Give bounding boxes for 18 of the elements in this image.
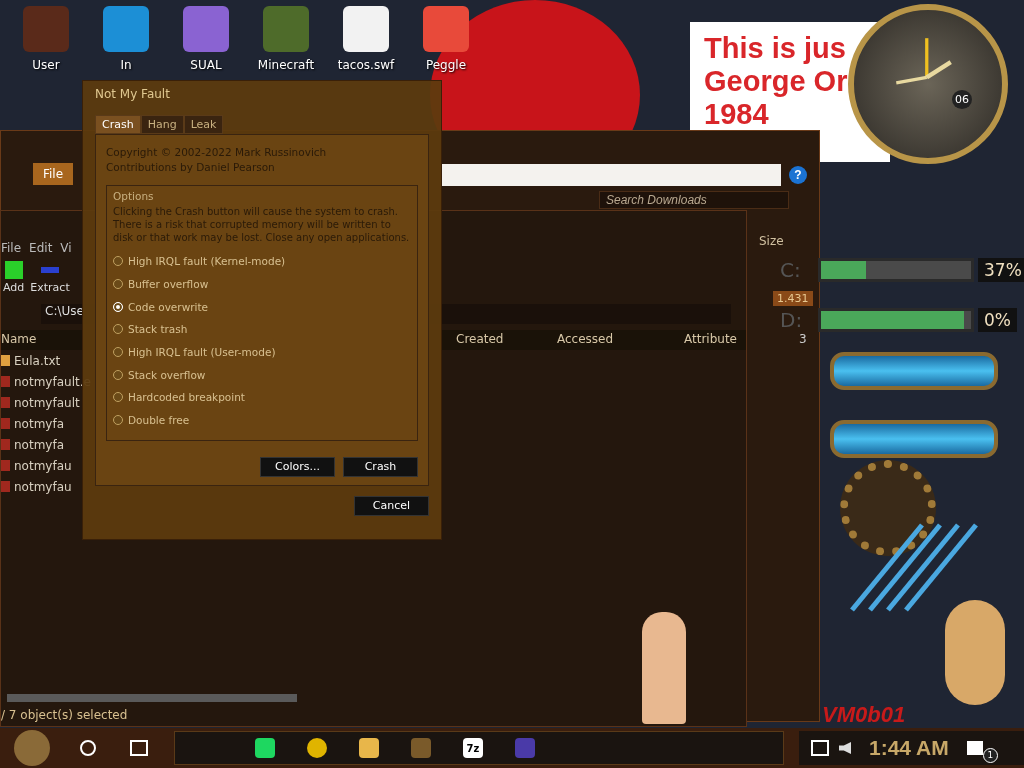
status-text: / 7 object(s) selected (1, 707, 129, 724)
meter-reading: 0% (978, 308, 1017, 332)
drive-label: D: (780, 308, 804, 332)
copyright-text: Copyright © 2002-2022 Mark Russinovich (106, 145, 328, 160)
notification-count: 1 (982, 747, 998, 763)
note-text: 1984 (704, 98, 770, 131)
vm-label: VM0b01 (822, 702, 906, 728)
window-title: Not My Fault (95, 87, 171, 101)
group-title: Options (113, 190, 155, 202)
clock-date: 06 (952, 90, 972, 109)
drive-label: C: (780, 258, 802, 282)
description-text: Clicking the Crash button will cause the system to crash. There is a risk that corrupted memory will be written to disk or that work may be lost. Close any open applications. (113, 205, 411, 244)
count-text: 3 (799, 332, 807, 346)
note-text: George Or (704, 65, 849, 98)
meter-reading: 37% (978, 258, 1024, 282)
copyright-text: Contributions by Daniel Pearson (106, 160, 276, 175)
size-value: 1.431 (773, 291, 813, 306)
note-text: This is jus (704, 32, 847, 65)
